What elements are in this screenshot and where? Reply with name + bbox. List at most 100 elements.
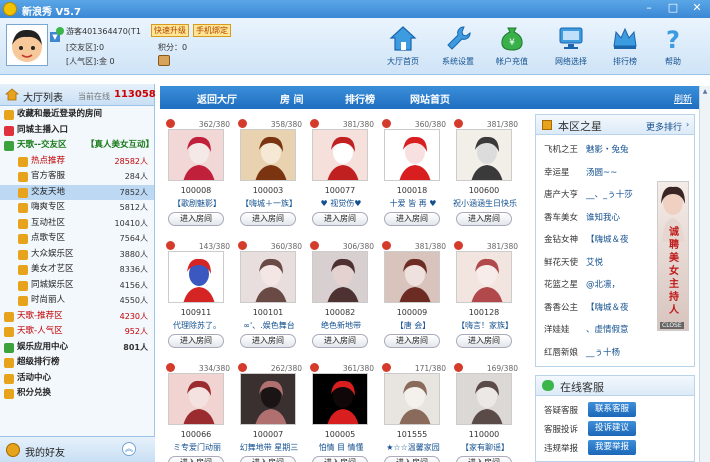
- room-thumbnail[interactable]: [312, 251, 368, 303]
- room-name[interactable]: 绝色新地带: [306, 320, 376, 331]
- hall-tree-item[interactable]: 热点推荐 28582人: [0, 154, 154, 170]
- room-name[interactable]: ♥ 视觉伤♥: [306, 198, 376, 209]
- rooms-tab[interactable]: 房 间: [280, 91, 303, 106]
- enter-room-button[interactable]: 进入房间: [168, 456, 224, 462]
- star-row[interactable]: 金钻女神 【嗨城＆夜: [544, 233, 629, 245]
- room-thumbnail[interactable]: [384, 129, 440, 181]
- room-thumbnail[interactable]: [240, 251, 296, 303]
- room-name[interactable]: ミ专爱门动丽: [162, 442, 232, 453]
- hall-tree-item[interactable]: 活动中心: [0, 371, 154, 387]
- room-card[interactable]: 171/380 101555 ★☆☆温馨家园进入房间: [378, 360, 450, 462]
- enter-room-button[interactable]: 进入房间: [168, 212, 224, 226]
- hall-tree-item[interactable]: 交友天地 7852人: [0, 184, 154, 200]
- enter-room-button[interactable]: 进入房间: [456, 212, 512, 226]
- more-arrow-icon[interactable]: ›: [686, 120, 689, 129]
- room-thumbnail[interactable]: [384, 373, 440, 425]
- my-friends-bar[interactable]: 我的好友 ︽: [0, 436, 155, 462]
- hall-tree-item[interactable]: 天歌-推荐区 4230人: [0, 309, 154, 325]
- scrollbar[interactable]: ▲: [699, 86, 710, 462]
- toolbar-money-bag-button[interactable]: ¥ 帐户充值: [487, 18, 537, 75]
- star-user[interactable]: 艾悦: [586, 258, 603, 268]
- enter-room-button[interactable]: 进入房间: [456, 334, 512, 348]
- room-card[interactable]: 381/380 100600 祝小涵涵生日快乐 进入房间: [450, 116, 522, 236]
- online-status-icon[interactable]: [56, 27, 64, 35]
- star-user[interactable]: 汤圆~~: [586, 168, 617, 178]
- star-row[interactable]: 红唇新娘 __ぅ十杨: [544, 346, 620, 358]
- enter-room-button[interactable]: 进入房间: [240, 212, 296, 226]
- hall-tree-item[interactable]: 积分兑换: [0, 386, 154, 402]
- star-row[interactable]: 鲜花天使 艾悦: [544, 256, 603, 268]
- hall-tree-item[interactable]: 收藏和最近登录的房间: [0, 107, 154, 123]
- room-card[interactable]: 143/380 100911 代理除苏了。 进入房间: [162, 238, 234, 358]
- hall-tree-item[interactable]: 美女才艺区 8336人: [0, 262, 154, 278]
- room-thumbnail[interactable]: [456, 373, 512, 425]
- toolbar-network-button[interactable]: 网络选择: [546, 18, 596, 75]
- refresh-link[interactable]: 刷新: [674, 92, 692, 105]
- star-user[interactable]: 【嗨城＆夜: [586, 303, 629, 313]
- star-user[interactable]: 【嗨城＆夜: [586, 235, 629, 245]
- room-thumbnail[interactable]: [384, 251, 440, 303]
- room-name[interactable]: 十爱 皆 再 ♥: [378, 198, 448, 209]
- room-card[interactable]: 358/380 100003 【嗨城＋一族】 进入房间: [234, 116, 306, 236]
- room-thumbnail[interactable]: [456, 251, 512, 303]
- hall-tree-item[interactable]: 点歌专区 7564人: [0, 231, 154, 247]
- room-name[interactable]: 祝小涵涵生日快乐: [450, 198, 520, 209]
- scroll-up-icon[interactable]: ▲: [701, 88, 709, 96]
- star-user[interactable]: __ぅ十杨: [586, 348, 620, 358]
- toolbar-house-button[interactable]: 大厅首页: [378, 18, 428, 75]
- bind-phone-button[interactable]: 手机绑定: [193, 24, 231, 37]
- room-name[interactable]: 【嗨城＋一族】: [234, 198, 304, 209]
- star-user[interactable]: 魅影・兔兔: [586, 145, 629, 155]
- room-card[interactable]: 361/380 100005 怕情 目 情懂进入房间: [306, 360, 378, 462]
- star-user[interactable]: __、_ぅ十莎: [586, 190, 633, 200]
- room-name[interactable]: 【歌剧魅影】: [162, 198, 232, 209]
- star-row[interactable]: 唐产大亨 __、_ぅ十莎: [544, 188, 633, 200]
- star-row[interactable]: 洋娃娃 、虚情假意: [544, 323, 629, 335]
- toolbar-wrench-button[interactable]: 系统设置: [433, 18, 483, 75]
- enter-room-button[interactable]: 进入房间: [240, 334, 296, 348]
- enter-room-button[interactable]: 进入房间: [240, 456, 296, 462]
- service-button[interactable]: 我要举报: [588, 440, 636, 455]
- rank-link[interactable]: 排行榜: [345, 91, 375, 106]
- maximize-icon[interactable]: □: [662, 1, 684, 16]
- minimize-icon[interactable]: –: [638, 1, 660, 16]
- room-card[interactable]: 360/380 100101 ∞'、.娱色舞台 进入房间: [234, 238, 306, 358]
- bag-icon[interactable]: [158, 55, 170, 66]
- room-thumbnail[interactable]: [168, 129, 224, 181]
- star-user[interactable]: 、虚情假意: [586, 325, 629, 335]
- close-icon[interactable]: ✕: [686, 1, 708, 16]
- hall-tree-item[interactable]: 大众娱乐区 3880人: [0, 247, 154, 263]
- room-thumbnail[interactable]: [168, 373, 224, 425]
- service-button[interactable]: 联系客服: [588, 402, 636, 417]
- back-to-hall-link[interactable]: 返回大厅: [197, 91, 237, 106]
- room-thumbnail[interactable]: [168, 251, 224, 303]
- room-card[interactable]: 381/380 100128 【嗨言！家族】 进入房间: [450, 238, 522, 358]
- room-name[interactable]: 【唐 会】: [378, 320, 448, 331]
- hall-tree-item[interactable]: 同城娱乐区 4156人: [0, 278, 154, 294]
- room-name[interactable]: 幻舞地带 星期三: [234, 442, 304, 453]
- room-thumbnail[interactable]: [240, 129, 296, 181]
- room-card[interactable]: 334/380 100066 ミ专爱门动丽进入房间: [162, 360, 234, 462]
- hall-tree-item[interactable]: 官方客服 284人: [0, 169, 154, 185]
- room-name[interactable]: 【嗨言！家族】: [450, 320, 520, 331]
- room-thumbnail[interactable]: [240, 373, 296, 425]
- more-rank-link[interactable]: 更多排行: [646, 120, 682, 133]
- room-card[interactable]: 169/380 110000 【家有聊谣】进入房间: [450, 360, 522, 462]
- service-button[interactable]: 投诉建议: [588, 421, 636, 436]
- room-card[interactable]: 381/380 100009 【唐 会】 进入房间: [378, 238, 450, 358]
- enter-room-button[interactable]: 进入房间: [384, 334, 440, 348]
- star-row[interactable]: 幸运星 汤圆~~: [544, 166, 617, 178]
- hall-tree-item[interactable]: 天歌--交友区 【真人美女互动】: [0, 138, 154, 154]
- enter-room-button[interactable]: 进入房间: [312, 334, 368, 348]
- enter-room-button[interactable]: 进入房间: [384, 212, 440, 226]
- room-name[interactable]: 【家有聊谣】: [450, 442, 520, 453]
- hall-tree-item[interactable]: 天歌-人气区 952人: [0, 324, 154, 340]
- enter-room-button[interactable]: 进入房间: [312, 212, 368, 226]
- enter-room-button[interactable]: 进入房间: [456, 456, 512, 462]
- star-row[interactable]: 飞机之王 魅影・兔兔: [544, 143, 629, 155]
- enter-room-button[interactable]: 进入房间: [312, 456, 368, 462]
- room-card[interactable]: 306/380 100082 绝色新地带 进入房间: [306, 238, 378, 358]
- hall-tree-item[interactable]: 超级排行榜: [0, 355, 154, 371]
- room-name[interactable]: 怕情 目 情懂: [306, 442, 376, 453]
- enter-room-button[interactable]: 进入房间: [384, 456, 440, 462]
